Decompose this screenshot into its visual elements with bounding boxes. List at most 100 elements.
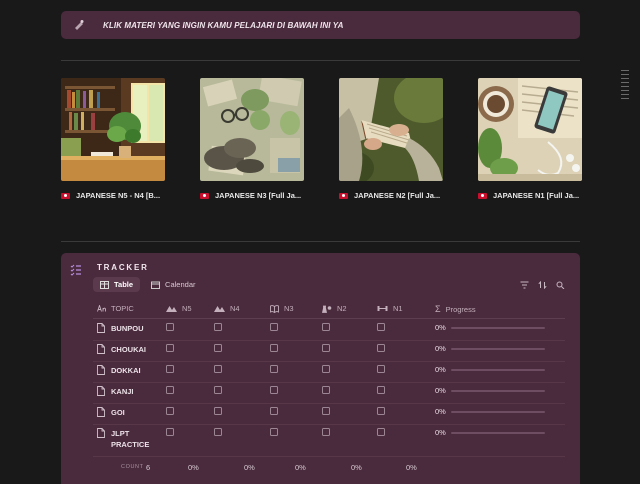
- filter-icon[interactable]: [520, 281, 529, 289]
- course-card-n1[interactable]: JAPANESE N1 [Full Ja...: [478, 78, 582, 200]
- column-header-label: N2: [337, 304, 347, 313]
- checkbox-n5[interactable]: [166, 344, 174, 352]
- card-thumbnail-desk-items[interactable]: [200, 78, 304, 181]
- checkbox-n4[interactable]: [214, 365, 222, 373]
- card-thumbnail-reading-book[interactable]: [339, 78, 443, 181]
- checkbox-n1[interactable]: [377, 428, 385, 436]
- course-card-n3[interactable]: JAPANESE N3 [Full Ja...: [200, 78, 304, 200]
- checkbox-n5[interactable]: [166, 365, 174, 373]
- row-topic[interactable]: BUNPOU: [97, 323, 144, 334]
- checkbox-n3[interactable]: [270, 323, 278, 331]
- checkbox-n3[interactable]: [270, 365, 278, 373]
- card-title[interactable]: JAPANESE N5 - N4 [B...: [61, 191, 165, 200]
- row-topic[interactable]: KANJI: [97, 386, 134, 397]
- checkbox-n4[interactable]: [214, 344, 222, 352]
- progress-percent: 0%: [435, 344, 446, 353]
- checkbox-n2[interactable]: [322, 386, 330, 394]
- page-icon: [97, 323, 105, 333]
- column-header-progress[interactable]: Σ Progress: [435, 304, 476, 314]
- table-row[interactable]: GOI 0%: [93, 403, 565, 425]
- checkbox-n1[interactable]: [377, 365, 385, 373]
- footer-n1: 0%: [406, 463, 417, 472]
- page-icon: [97, 407, 105, 417]
- checkbox-n4[interactable]: [214, 428, 222, 436]
- checkbox-n1[interactable]: [377, 323, 385, 331]
- calendar-icon: [151, 281, 161, 289]
- course-card-n2[interactable]: JAPANESE N2 [Full Ja...: [339, 78, 443, 200]
- column-header-n1[interactable]: N1: [377, 304, 403, 313]
- footer-n2: 0%: [351, 463, 362, 472]
- progress-bar: [451, 327, 545, 329]
- column-header-n2[interactable]: N2: [322, 304, 347, 313]
- table-icon: [100, 280, 109, 289]
- table-row[interactable]: BUNPOU 0%: [93, 319, 565, 341]
- progress-percent: 0%: [435, 365, 446, 374]
- card-title[interactable]: JAPANESE N1 [Full Ja...: [478, 191, 582, 200]
- callout-icon: [71, 17, 87, 33]
- count-label: COUNT: [121, 464, 144, 470]
- footer-n3: 0%: [295, 463, 306, 472]
- column-header-label: Progress: [445, 304, 476, 314]
- column-header-n3[interactable]: N3: [270, 304, 294, 313]
- table-row[interactable]: CHOUKAI 0%: [93, 340, 565, 362]
- checkbox-n3[interactable]: [270, 386, 278, 394]
- checkbox-n4[interactable]: [214, 407, 222, 415]
- checkbox-n2[interactable]: [322, 365, 330, 373]
- japan-flag-icon: [478, 192, 487, 199]
- checkbox-n1[interactable]: [377, 407, 385, 415]
- course-card-n5-n4[interactable]: JAPANESE N5 - N4 [B...: [61, 78, 165, 200]
- row-topic[interactable]: GOI: [97, 407, 125, 418]
- card-thumbnail-phone-coffee[interactable]: [478, 78, 582, 181]
- potion-icon: [322, 305, 332, 313]
- sort-icon[interactable]: [538, 281, 547, 289]
- checkbox-n5[interactable]: [166, 323, 174, 331]
- table-row[interactable]: DOKKAI 0%: [93, 361, 565, 383]
- checkbox-n3[interactable]: [270, 428, 278, 436]
- checkbox-n1[interactable]: [377, 344, 385, 352]
- checkbox-n2[interactable]: [322, 407, 330, 415]
- checkbox-n2[interactable]: [322, 344, 330, 352]
- tab-table[interactable]: Table: [93, 277, 141, 292]
- scroll-indicator[interactable]: [621, 70, 629, 102]
- progress-bar: [451, 390, 545, 392]
- checkbox-n5[interactable]: [166, 428, 174, 436]
- tab-calendar-label: Calendar: [165, 280, 196, 289]
- sigma-icon: Σ: [435, 304, 441, 314]
- checkbox-n4[interactable]: [214, 323, 222, 331]
- table-row[interactable]: KANJI 0%: [93, 382, 565, 404]
- japan-flag-icon: [200, 192, 209, 199]
- card-title[interactable]: JAPANESE N3 [Full Ja...: [200, 191, 304, 200]
- page-icon: [97, 386, 105, 396]
- row-topic[interactable]: DOKKAI: [97, 365, 141, 376]
- page-icon: [97, 344, 105, 354]
- card-title[interactable]: JAPANESE N2 [Full Ja...: [339, 191, 443, 200]
- column-header-label: N4: [230, 304, 240, 313]
- text-property-icon: [97, 305, 106, 312]
- table-row[interactable]: JLPT PRACTICE 0%: [93, 424, 565, 457]
- card-title-text: JAPANESE N2 [Full Ja...: [354, 191, 441, 200]
- row-topic[interactable]: CHOUKAI: [97, 344, 146, 355]
- column-header-n5[interactable]: N5: [166, 304, 192, 313]
- divider: [61, 60, 580, 61]
- card-thumbnail-study-room[interactable]: [61, 78, 165, 181]
- column-header-label: N1: [393, 304, 403, 313]
- checkbox-n3[interactable]: [270, 344, 278, 352]
- checkbox-n2[interactable]: [322, 323, 330, 331]
- checkbox-n1[interactable]: [377, 386, 385, 394]
- row-topic-label: DOKKAI: [111, 366, 141, 375]
- progress-bar: [451, 348, 545, 350]
- table-footer: COUNT 6 0% 0% 0% 0% 0%: [93, 463, 565, 477]
- checkbox-n3[interactable]: [270, 407, 278, 415]
- column-header-n4[interactable]: N4: [214, 304, 240, 313]
- row-topic[interactable]: JLPT PRACTICE: [97, 428, 161, 450]
- search-icon[interactable]: [556, 281, 565, 289]
- checkbox-n5[interactable]: [166, 386, 174, 394]
- checkbox-n2[interactable]: [322, 428, 330, 436]
- mountain-icon: [214, 306, 225, 312]
- column-header-topic[interactable]: TOPIC: [97, 304, 134, 313]
- checkbox-n4[interactable]: [214, 386, 222, 394]
- tab-calendar[interactable]: Calendar: [144, 277, 202, 292]
- book-icon: [270, 304, 279, 313]
- footer-n5: 0%: [188, 463, 199, 472]
- checkbox-n5[interactable]: [166, 407, 174, 415]
